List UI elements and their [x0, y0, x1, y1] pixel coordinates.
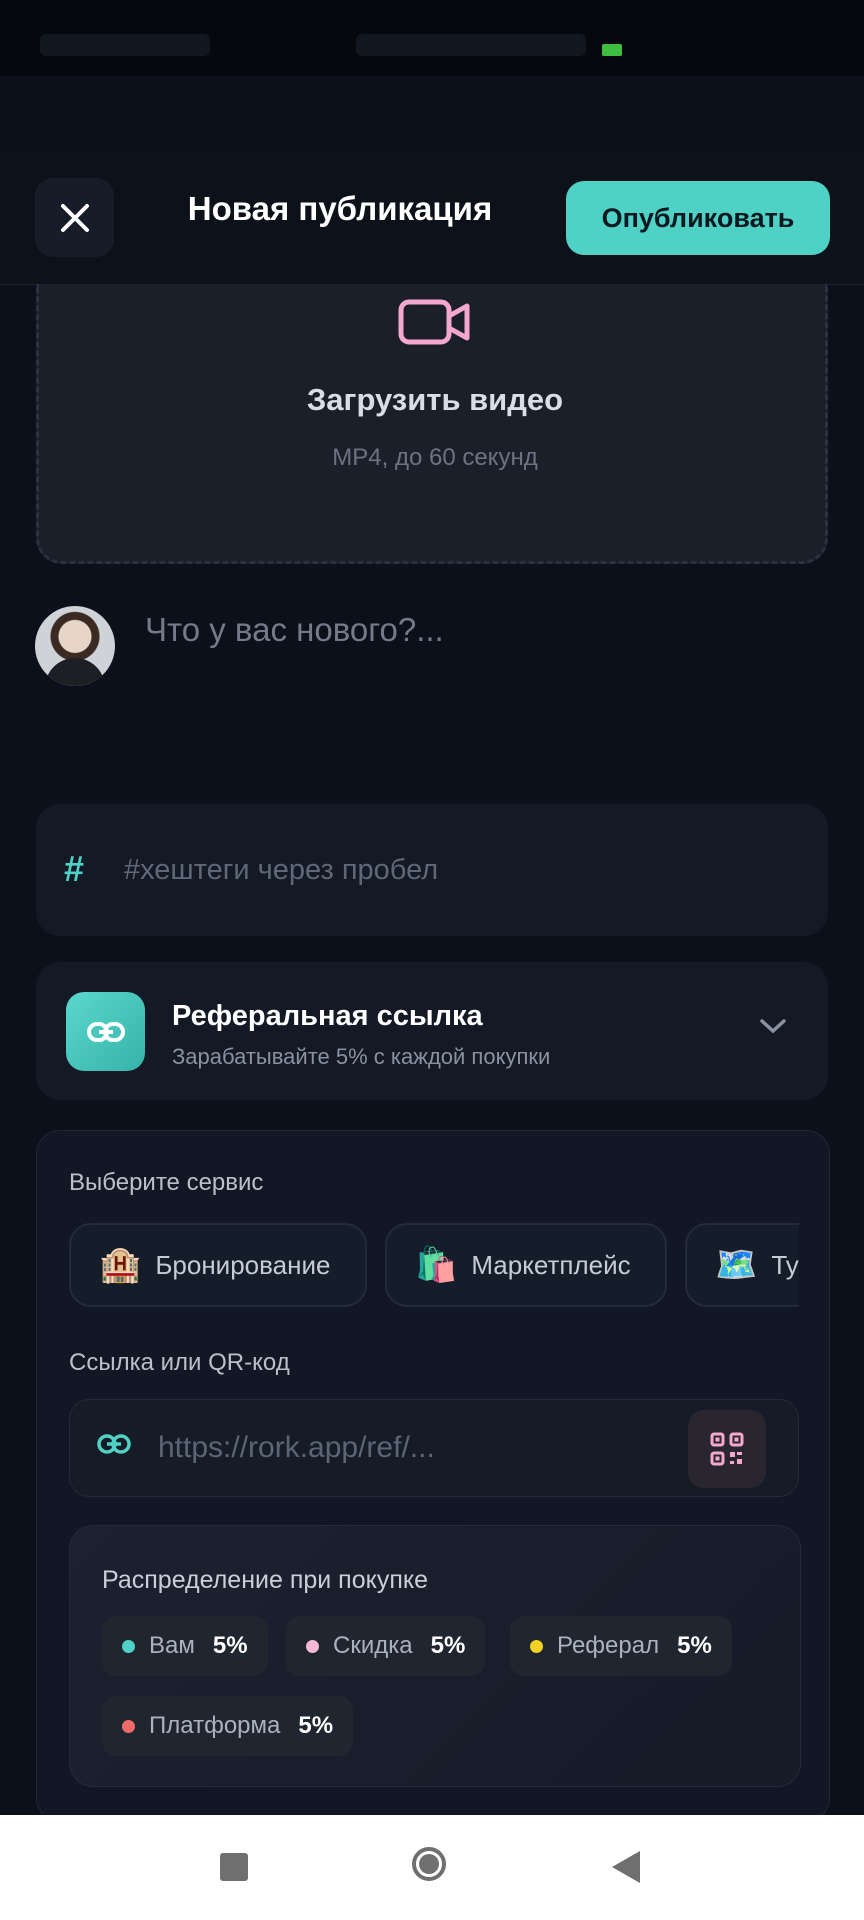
referral-link-input[interactable]: [158, 1424, 658, 1472]
hotel-icon: 🏨: [99, 1246, 142, 1284]
video-camera-icon: [398, 299, 470, 345]
avatar: [35, 606, 115, 686]
world-map-icon: 🗺️: [715, 1246, 758, 1284]
distribution-card: Распределение при покупке Вам 5% Скидка …: [69, 1525, 801, 1787]
hashtag-field[interactable]: #: [36, 804, 828, 936]
upload-title: Загрузить видео: [306, 382, 564, 417]
qr-scan-button[interactable]: [688, 1410, 766, 1488]
link-icon: [66, 992, 145, 1071]
distribution-item-discount: Скидка 5%: [286, 1616, 486, 1676]
hashtag-input[interactable]: [124, 844, 774, 896]
qr-code-icon: [710, 1432, 744, 1466]
hashtag-icon: #: [64, 848, 85, 889]
system-nav-bar: [0, 1815, 864, 1920]
recents-button[interactable]: [220, 1853, 248, 1881]
close-icon: [60, 203, 89, 232]
link-field: [69, 1399, 799, 1497]
link-label: Ссылка или QR-код: [69, 1349, 290, 1376]
close-button[interactable]: [35, 178, 114, 257]
upload-subtitle: MP4, до 60 секунд: [332, 444, 538, 471]
top-bar: Новая публикация Опубликовать: [0, 148, 864, 285]
yellow-dot-icon: [530, 1639, 543, 1653]
referral-subtitle: Зарабатывайте 5% с каждой покупки: [172, 1044, 551, 1069]
service-chip-marketplace[interactable]: 🛍️ Маркетплейс: [385, 1223, 667, 1307]
back-button[interactable]: [612, 1851, 640, 1883]
distribution-item-platform: Платформа 5%: [102, 1696, 354, 1756]
link-icon: [97, 1434, 131, 1454]
distribution-item-you: Вам 5%: [102, 1616, 268, 1676]
post-text-input[interactable]: [145, 600, 825, 660]
service-chip-label: Маркетплейс: [471, 1249, 631, 1280]
status-icons-right: [356, 34, 586, 56]
red-dot-icon: [122, 1719, 135, 1733]
referral-panel: Выберите сервис 🏨 Бронирование 🛍️ Маркет…: [36, 1130, 830, 1822]
service-chip-label: Ту: [771, 1249, 799, 1280]
referral-link-toggle[interactable]: Реферальная ссылка Зарабатывайте 5% с ка…: [36, 962, 828, 1100]
pink-dot-icon: [306, 1639, 319, 1653]
distribution-title: Распределение при покупке: [102, 1566, 428, 1594]
home-button[interactable]: [412, 1847, 446, 1881]
referral-title: Реферальная ссылка: [172, 1000, 483, 1032]
status-icons-left: [40, 34, 210, 56]
service-chip-tours[interactable]: 🗺️ Ту: [685, 1223, 799, 1307]
service-label: Выберите сервис: [69, 1169, 264, 1196]
battery-icon: [602, 44, 622, 56]
service-chips: 🏨 Бронирование 🛍️ Маркетплейс 🗺️ Ту: [69, 1223, 799, 1311]
shopping-bags-icon: 🛍️: [415, 1246, 458, 1284]
publish-button[interactable]: Опубликовать: [566, 181, 830, 255]
video-upload-area[interactable]: Загрузить видео MP4, до 60 секунд: [36, 284, 828, 564]
service-chip-label: Бронирование: [155, 1249, 331, 1280]
service-chip-booking[interactable]: 🏨 Бронирование: [69, 1223, 367, 1307]
status-bar: [0, 0, 864, 76]
distribution-item-referral: Реферал 5%: [510, 1616, 732, 1676]
teal-dot-icon: [122, 1639, 135, 1653]
page-title: Новая публикация: [187, 190, 493, 227]
chevron-down-icon: [760, 1019, 786, 1034]
